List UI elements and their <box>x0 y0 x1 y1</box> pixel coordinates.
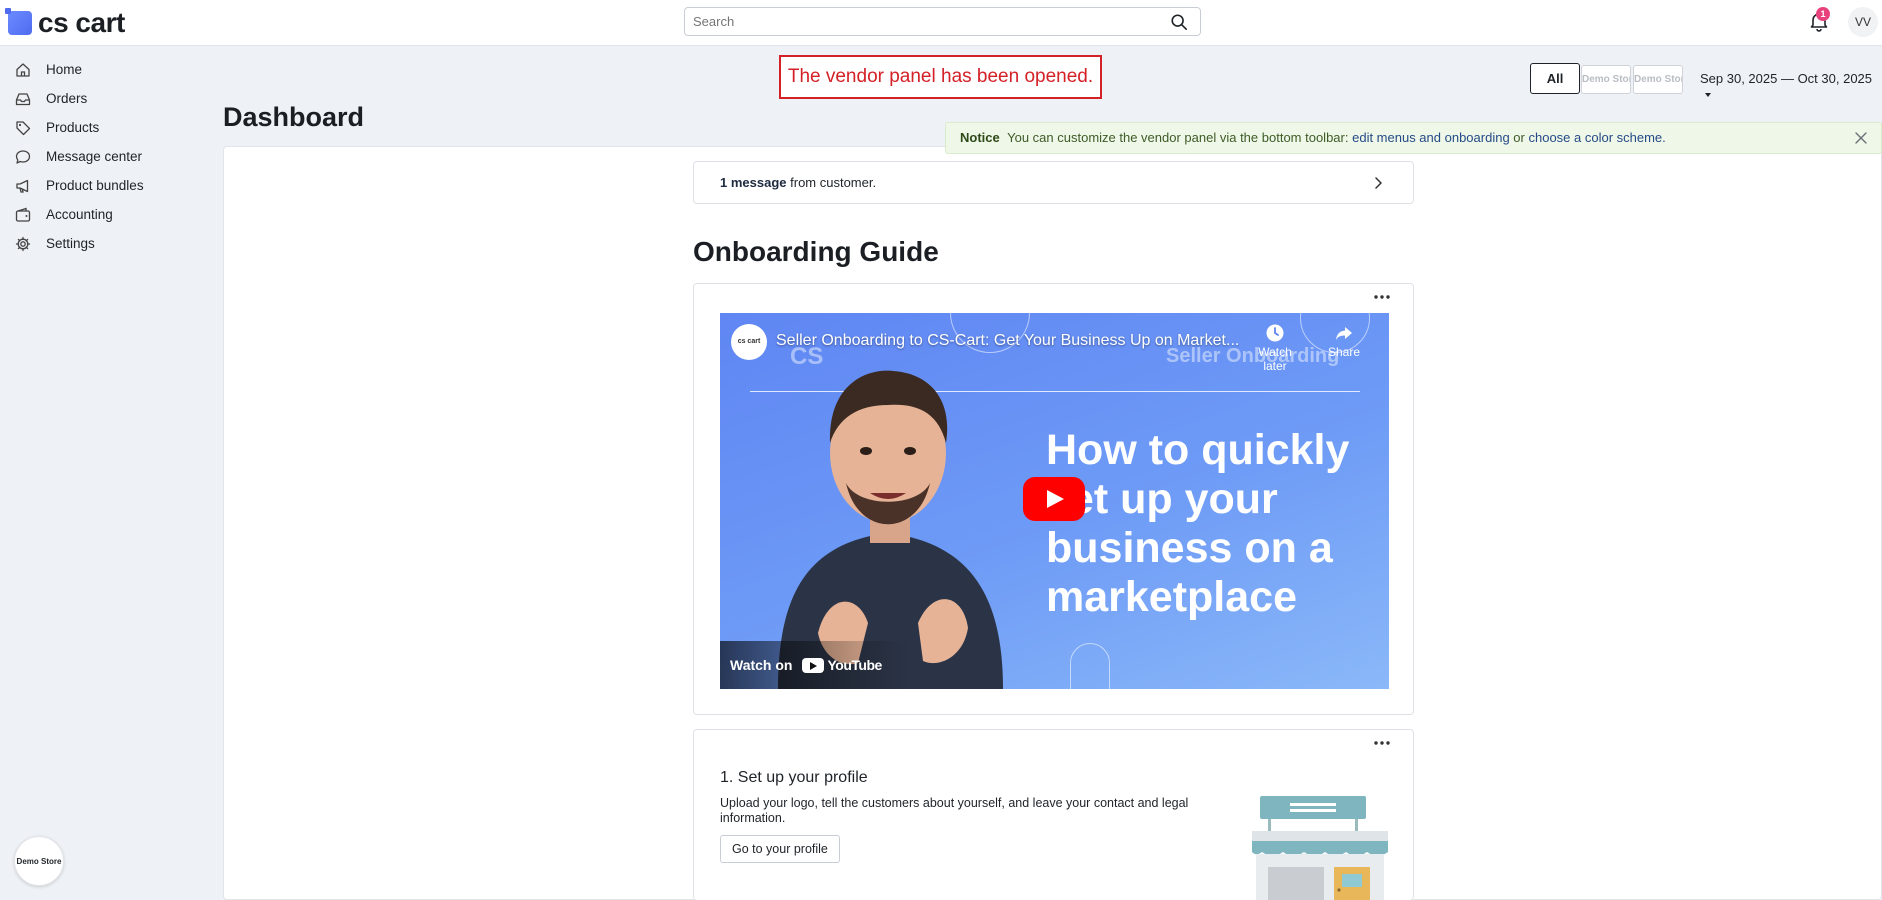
sidebar-item-home[interactable]: Home <box>0 55 208 84</box>
messages-card[interactable]: 1 message from customer. <box>693 161 1414 204</box>
storefront-illustration <box>1252 796 1388 900</box>
watch-on-label: Watch on <box>730 657 793 673</box>
sidebar-item-products[interactable]: Products <box>0 113 208 142</box>
share-label: Share <box>1327 345 1361 359</box>
sidebar-item-orders[interactable]: Orders <box>0 84 208 113</box>
setup-profile-card: 1. Set up your profile Upload your logo,… <box>693 729 1414 900</box>
headline-line: How to quickly <box>1046 426 1350 474</box>
home-icon <box>14 61 32 79</box>
go-to-profile-button[interactable]: Go to your profile <box>720 835 840 863</box>
sidebar-item-label: Products <box>46 120 100 135</box>
close-icon[interactable] <box>1855 132 1867 144</box>
date-range-label: Sep 30, 2025 — Oct 30, 2025 <box>1700 71 1873 86</box>
sidebar-item-label: Product bundles <box>46 178 144 193</box>
sidebar-item-product-bundles[interactable]: Product bundles <box>0 171 208 200</box>
logo-icon <box>5 8 32 35</box>
youtube-icon <box>802 657 825 673</box>
sidebar-item-label: Orders <box>46 91 88 106</box>
step-title: 1. Set up your profile <box>720 769 868 786</box>
chat-icon <box>14 148 32 166</box>
video-title[interactable]: Seller Onboarding to CS-Cart: Get Your B… <box>776 332 1239 350</box>
play-button[interactable] <box>1023 477 1085 521</box>
sidebar-item-label: Message center <box>46 149 143 164</box>
tag-icon <box>14 119 32 137</box>
store-badge[interactable]: Demo Store <box>14 836 64 886</box>
user-avatar[interactable]: VV <box>1848 7 1878 37</box>
more-options-icon[interactable] <box>1373 740 1391 746</box>
watch-later-button[interactable]: Watch later <box>1245 323 1305 373</box>
headline-line: set up your <box>1046 475 1278 523</box>
step-description: Upload your logo, tell the customers abo… <box>720 796 1189 825</box>
more-options-icon[interactable] <box>1373 294 1391 300</box>
youtube-label: YouTube <box>827 657 882 673</box>
search-icon[interactable] <box>1170 13 1188 31</box>
share-button[interactable]: Share <box>1314 323 1374 359</box>
sidebar-item-accounting[interactable]: Accounting <box>0 200 208 229</box>
logo-text: cs cart <box>38 7 125 38</box>
onboarding-title: Onboarding Guide <box>693 236 939 267</box>
channel-avatar[interactable]: cs cart <box>731 324 767 360</box>
page-title: Dashboard <box>223 102 365 132</box>
top-bar: cs cart <box>0 0 1882 46</box>
headline-line: business on a <box>1046 524 1333 572</box>
sidebar-item-label: Home <box>46 62 83 77</box>
video-player[interactable]: CS Seller Onboarding cs cart Seller Onbo… <box>720 313 1389 689</box>
notice-label: Notice <box>960 130 1000 145</box>
color-scheme-link[interactable]: choose a color scheme. <box>1528 130 1665 145</box>
filter-all-button[interactable]: All <box>1530 63 1580 94</box>
notice-text: You can customize the vendor panel via t… <box>1007 130 1349 145</box>
onboarding-video-card: CS Seller Onboarding cs cart Seller Onbo… <box>693 283 1414 715</box>
sidebar: Home Orders Products Message center Prod… <box>0 47 208 900</box>
message-text: from customer. <box>790 175 877 190</box>
presenter-image <box>778 370 1003 689</box>
caret-down-icon <box>1705 92 1711 97</box>
gear-icon <box>14 235 32 253</box>
inbox-icon <box>14 90 32 108</box>
wallet-icon <box>14 206 32 224</box>
megaphone-icon <box>14 177 32 195</box>
headline-line: marketplace <box>1046 573 1297 621</box>
share-icon <box>1336 327 1352 340</box>
cs-cart-logo[interactable]: cs cart <box>5 7 125 38</box>
chevron-right-icon <box>1375 177 1382 189</box>
sidebar-item-label: Accounting <box>46 207 113 222</box>
notice-text-or: or <box>1513 130 1525 145</box>
filter-store-button[interactable]: Demo Store <box>1581 65 1631 94</box>
watch-on-youtube-button[interactable]: Watch on YouTube <box>720 641 910 689</box>
notice-banner: Notice You can customize the vendor pane… <box>945 122 1882 154</box>
search-box[interactable] <box>684 7 1201 36</box>
watch-later-label: Watch later <box>1258 345 1292 373</box>
message-count: 1 message <box>720 175 787 190</box>
decor-arch <box>1070 643 1110 689</box>
filter-store-button[interactable]: Demo Store <box>1633 65 1683 94</box>
notification-badge: 1 <box>1816 7 1830 21</box>
date-range-picker[interactable]: Sep 30, 2025 — Oct 30, 2025 <box>1700 71 1882 101</box>
vendor-panel-toast: The vendor panel has been opened. <box>779 55 1102 99</box>
sidebar-item-settings[interactable]: Settings <box>0 229 208 258</box>
youtube-logo: YouTube <box>802 641 882 689</box>
sidebar-item-label: Settings <box>46 236 95 251</box>
search-input[interactable] <box>685 8 1155 35</box>
edit-menus-link[interactable]: edit menus and onboarding <box>1352 130 1510 145</box>
clock-icon <box>1266 324 1284 342</box>
sidebar-item-message-center[interactable]: Message center <box>0 142 208 171</box>
video-headline: How to quickly set up your business on a… <box>1046 426 1349 622</box>
